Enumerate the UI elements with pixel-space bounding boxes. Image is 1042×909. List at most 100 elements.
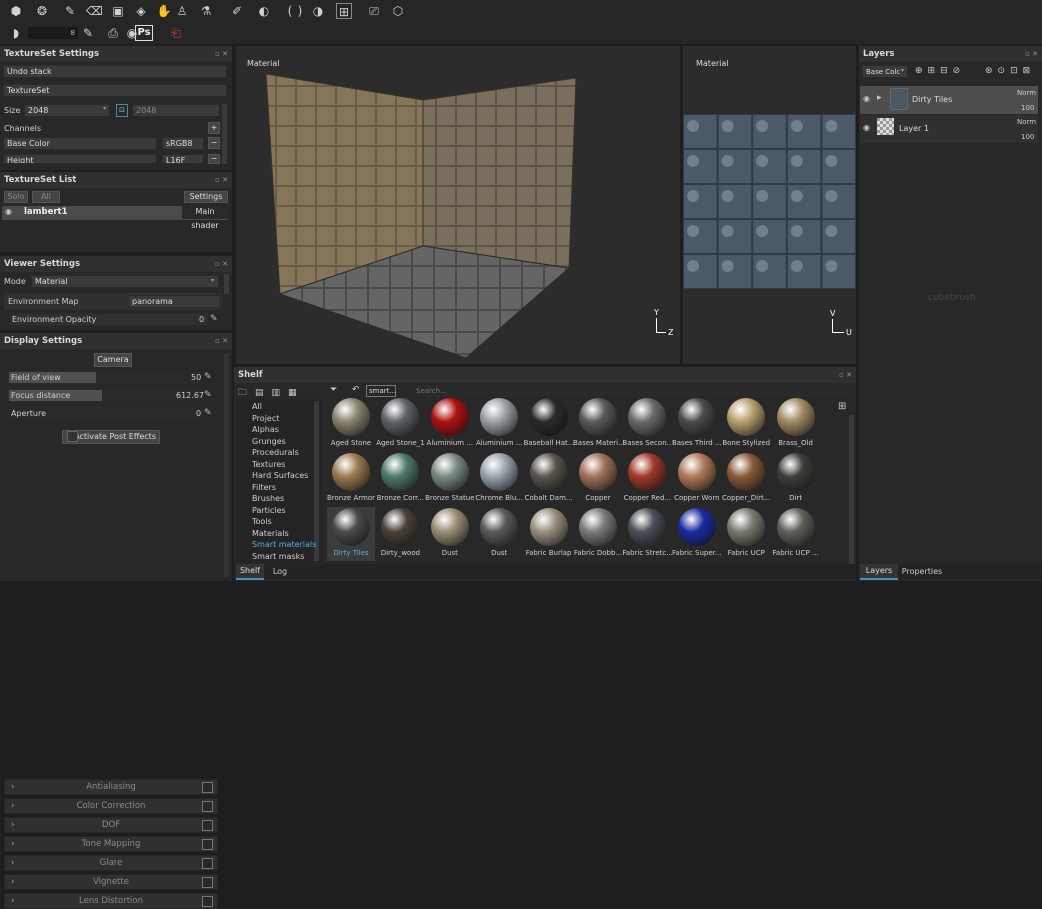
post-effect-row[interactable]: › Color Correction [4, 798, 218, 814]
folder-expand-icon[interactable]: ▸ [877, 93, 882, 103]
paint-mode-icon[interactable]: ⬢ [8, 3, 24, 19]
material-thumbnail[interactable]: Fabric Dobb... [574, 507, 622, 561]
edit-pen-icon[interactable]: ✎ [204, 390, 212, 400]
panel-controls-icon[interactable]: ▫ ✕ [839, 367, 852, 383]
post-effect-row[interactable]: › Vignette [4, 874, 218, 890]
material-thumbnail[interactable]: Bronze Statue [425, 452, 475, 506]
material-thumbnail[interactable]: Copper Red... [623, 452, 671, 506]
add-channel-button[interactable]: + [208, 122, 220, 134]
tab-shelf[interactable]: Shelf [236, 564, 264, 580]
textureset-field[interactable]: TextureSet [3, 84, 227, 97]
material-thumbnail[interactable]: Chrome Blu... [475, 452, 523, 506]
photoshop-export-button[interactable]: Ps [135, 25, 153, 41]
material-picker-icon[interactable]: ⚗ [198, 3, 214, 19]
tab-layers[interactable]: Layers [860, 564, 898, 580]
shelf-category-textures[interactable]: Textures [252, 460, 285, 469]
mirror-right-icon[interactable]: ) [292, 3, 308, 19]
grid-view-icon[interactable]: ⊞ [838, 401, 849, 412]
textureset-item[interactable]: ◉ lambert1 Main shader [2, 205, 228, 230]
shelf-category-alphas[interactable]: Alphas [252, 425, 279, 434]
solo-button[interactable]: Solo [4, 191, 28, 203]
screenshot-icon[interactable]: ⎙ [105, 25, 121, 41]
activate-checkbox[interactable] [67, 431, 78, 442]
env-map-field[interactable]: panorama [128, 295, 220, 308]
material-thumbnail[interactable]: Brass_Old [772, 397, 820, 451]
tab-log[interactable]: Log [266, 564, 294, 580]
expand-arrow-icon[interactable]: › [11, 799, 14, 814]
post-effect-checkbox[interactable] [202, 820, 213, 831]
layer-opacity[interactable]: 100 [1021, 133, 1034, 141]
size-value-locked[interactable]: 2048 [132, 104, 220, 117]
edit-pen-icon[interactable]: ✎ [204, 408, 212, 418]
layer-actions-icon[interactable]: ⊛⊙⊡⊠ [985, 66, 1035, 76]
remove-height-button[interactable]: − [208, 154, 220, 164]
cube-icon[interactable]: ⬡ [390, 3, 406, 19]
material-thumbnail[interactable]: Bases Secon... [622, 397, 672, 451]
material-thumbnail[interactable]: Fabric UCP [722, 507, 770, 561]
viewport-2d[interactable]: Material V U [683, 46, 856, 364]
post-effect-row[interactable]: › Lens Distortion [4, 893, 218, 909]
filter-icon[interactable]: ⏷ [330, 385, 337, 395]
brush-preset-icon[interactable]: ❂ [34, 3, 50, 19]
shelf-category-smart-masks[interactable]: Smart masks [252, 552, 304, 561]
clone-stamp-icon[interactable]: ♙ [174, 3, 190, 19]
post-effect-row[interactable]: › Antialiasing [4, 779, 218, 795]
material-thumbnail[interactable]: Copper [574, 452, 622, 506]
lock-icon[interactable]: ⊡ [116, 104, 128, 117]
color-picker-icon[interactable]: ✐ [229, 3, 245, 19]
visible-icon[interactable]: ◉ [863, 123, 870, 132]
channel-base-color-format[interactable]: sRGB8 [162, 137, 204, 150]
shelf-category-particles[interactable]: Particles [252, 506, 286, 515]
material-thumbnail[interactable]: Aged Stone_1 [376, 397, 425, 451]
material-thumbnail[interactable]: Dust [426, 507, 474, 561]
channel-base-color[interactable]: Base Color [3, 137, 157, 150]
symmetry-toggle-icon[interactable]: ◑ [310, 3, 326, 19]
layer-opacity[interactable]: 100 [1021, 104, 1034, 112]
filter-tag[interactable]: smart... [366, 385, 396, 397]
channel-dropdown-icon[interactable]: ▾ [901, 67, 904, 74]
material-thumbnail[interactable]: Bases Materi... [573, 397, 623, 451]
activate-post-effects-button[interactable]: Activate Post Effects [62, 430, 160, 444]
symmetry-icon[interactable]: ◐ [256, 3, 272, 19]
material-thumbnail[interactable]: Baseball Hat... [524, 397, 574, 451]
category-scrollbar[interactable] [314, 401, 319, 561]
material-thumbnail[interactable]: Dirty Tiles [327, 507, 375, 561]
material-scrollbar[interactable] [849, 415, 854, 565]
geometry-fill-icon[interactable]: ◈ [133, 3, 149, 19]
shelf-category-filters[interactable]: Filters [252, 483, 276, 492]
paint-brush-icon[interactable]: ✎ [62, 3, 78, 19]
expand-arrow-icon[interactable]: › [11, 875, 14, 890]
shelf-category-tools[interactable]: Tools [252, 517, 272, 526]
post-effect-checkbox[interactable] [202, 782, 213, 793]
material-thumbnail[interactable]: Bronze Armor [327, 452, 375, 506]
settings-button[interactable]: Settings [184, 191, 228, 203]
post-effect-checkbox[interactable] [202, 896, 213, 907]
post-effect-checkbox[interactable] [202, 858, 213, 869]
post-effect-checkbox[interactable] [202, 877, 213, 888]
view-2d3d-icon[interactable]: ⊞ [336, 3, 352, 19]
post-effect-checkbox[interactable] [202, 801, 213, 812]
tab-properties[interactable]: Properties [900, 564, 944, 580]
material-thumbnail[interactable]: Aluminium ... [426, 397, 474, 451]
smudge-icon[interactable]: ✋ [156, 3, 172, 19]
remove-channel-button[interactable]: − [208, 137, 220, 149]
material-thumbnail[interactable]: Fabric UCP ... [772, 507, 820, 561]
layer-row[interactable]: ◉ Layer 1 Norm 100 [860, 115, 1038, 143]
all-button[interactable]: All [32, 191, 60, 203]
brush-size-icon[interactable]: ◗ [8, 25, 24, 41]
shelf-category-grunges[interactable]: Grunges [252, 437, 286, 446]
expand-arrow-icon[interactable]: › [11, 856, 14, 871]
material-thumbnail[interactable]: Aged Stone [327, 397, 375, 451]
camera-button[interactable]: Camera [94, 353, 132, 367]
camera-icon[interactable]: ⎚ [366, 3, 382, 19]
pen-icon[interactable]: ✎ [80, 25, 96, 41]
panel-controls-icon[interactable]: ▫ ✕ [1025, 46, 1038, 62]
mode-dropdown-icon[interactable]: ▾ [211, 277, 214, 284]
viewport-3d[interactable]: Material Y Z [236, 46, 680, 364]
layer-blend[interactable]: Norm [1017, 89, 1036, 97]
post-effect-row[interactable]: › Glare [4, 855, 218, 871]
material-thumbnail[interactable]: Bronze Corr... [376, 452, 424, 506]
edit-pen-icon[interactable]: ✎ [210, 314, 218, 324]
post-effect-checkbox[interactable] [202, 839, 213, 850]
shelf-category-materials[interactable]: Materials [252, 529, 289, 538]
